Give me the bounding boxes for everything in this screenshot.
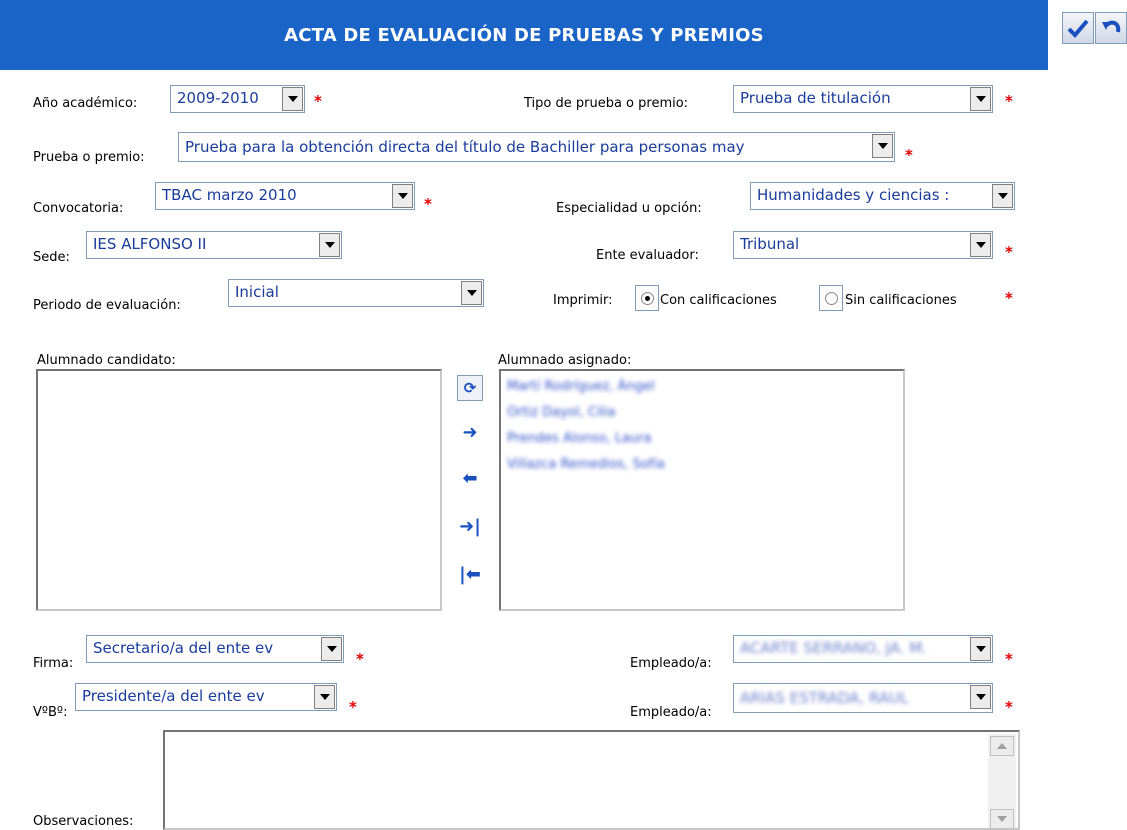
page-header: ACTA DE EVALUACIÓN DE PRUEBAS Y PREMIOS [0,0,1048,70]
firma-label: Firma: [33,656,74,671]
chevron-down-icon[interactable] [970,233,991,257]
radio-sin-calificaciones[interactable] [819,285,843,311]
list-item[interactable]: Ortiz Dayol, Cilia [507,405,616,420]
vobo-label: VºBº: [33,705,68,720]
anio-select[interactable]: 2009-2010 [170,85,305,113]
required-mark: * [905,146,913,164]
undo-button[interactable] [1095,12,1127,44]
arrow-right-icon: ➜ [462,421,478,443]
empleado2-select[interactable]: ARIAS ESTRADA, RAUL [733,683,993,713]
candidato-listbox[interactable] [36,369,442,611]
anio-value: 2009-2010 [177,89,259,107]
required-mark: * [356,650,364,668]
refresh-button[interactable]: ⟳ [457,375,483,401]
radio-checked-icon [640,291,654,305]
scroll-down-icon[interactable] [990,809,1014,829]
prueba-select[interactable]: Prueba para la obtención directa del tít… [178,132,895,162]
empleado1-label: Empleado/a: [630,656,712,671]
list-item[interactable]: Martí Rodríguez, Ángel [507,379,655,394]
empleado2-value: ARIAS ESTRADA, RAUL [740,689,909,707]
arrow-left-bar-icon: |⬅ [459,563,481,585]
add-all-button[interactable]: ➜| [455,512,485,540]
observaciones-textarea[interactable] [163,730,1020,830]
accept-button[interactable] [1062,12,1094,44]
chevron-down-icon[interactable] [970,637,991,661]
especialidad-select[interactable]: Humanidades y ciencias : [750,182,1015,210]
remove-all-button[interactable]: |⬅ [455,560,485,588]
ente-label: Ente evaluador: [596,248,699,263]
required-mark: * [314,92,322,110]
required-mark: * [349,698,357,716]
chevron-down-icon[interactable] [319,233,340,257]
prueba-value: Prueba para la obtención directa del tít… [185,138,745,156]
chevron-down-icon[interactable] [992,184,1013,208]
sede-label: Sede: [33,250,70,265]
ente-select[interactable]: Tribunal [733,231,993,259]
empleado2-label: Empleado/a: [630,705,712,720]
chevron-down-icon[interactable] [872,134,893,158]
required-mark: * [1005,698,1013,716]
sede-select[interactable]: IES ALFONSO II [86,231,342,259]
required-mark: * [1005,289,1013,307]
refresh-icon: ⟳ [463,379,477,397]
chevron-down-icon[interactable] [282,87,303,111]
tipo-label: Tipo de prueba o premio: [524,96,689,111]
scrollbar[interactable] [988,734,1016,829]
chevron-down-icon[interactable] [461,281,482,305]
check-icon [1067,19,1089,38]
required-mark: * [424,195,432,213]
anio-label: Año académico: [33,96,138,111]
undo-icon [1102,20,1121,33]
tipo-value: Prueba de titulación [740,89,891,107]
add-button[interactable]: ➜ [455,418,485,446]
list-item[interactable]: Prendes Alonso, Laura [507,431,652,446]
asignado-listbox[interactable]: Martí Rodríguez, Ángel Ortiz Dayol, Cili… [499,369,905,611]
empleado1-value: ACARTE SERRANO, JA. M. [740,639,927,657]
list-item[interactable]: Villazca Remedios, Sofía [507,457,665,472]
periodo-label: Periodo de evaluación: [33,298,181,313]
remove-button[interactable]: ⬅ [455,464,485,492]
sin-calificaciones-label: Sin calificaciones [845,293,957,308]
vobo-select[interactable]: Presidente/a del ente ev [75,683,337,711]
tipo-select[interactable]: Prueba de titulación [733,85,993,113]
empleado1-select[interactable]: ACARTE SERRANO, JA. M. [733,635,993,663]
especialidad-label: Especialidad u opción: [556,201,702,216]
required-mark: * [1005,92,1013,110]
ente-value: Tribunal [740,235,800,253]
convocatoria-value: TBAC marzo 2010 [162,186,297,204]
sede-value: IES ALFONSO II [93,235,207,253]
page-title: ACTA DE EVALUACIÓN DE PRUEBAS Y PREMIOS [284,24,764,46]
chevron-down-icon[interactable] [392,184,413,208]
imprimir-label: Imprimir: [553,293,613,308]
radio-con-calificaciones[interactable] [635,285,659,311]
chevron-down-icon[interactable] [321,637,342,661]
prueba-label: Prueba o premio: [33,150,145,165]
vobo-value: Presidente/a del ente ev [82,687,265,705]
arrow-left-icon: ⬅ [462,467,478,489]
firma-value: Secretario/a del ente ev [93,639,274,657]
con-calificaciones-label: Con calificaciones [660,293,777,308]
chevron-down-icon[interactable] [970,685,991,709]
candidato-label: Alumnado candidato: [37,353,176,368]
chevron-down-icon[interactable] [970,87,991,111]
convocatoria-select[interactable]: TBAC marzo 2010 [155,182,415,210]
firma-select[interactable]: Secretario/a del ente ev [86,635,344,663]
required-mark: * [1005,243,1013,261]
asignado-label: Alumnado asignado: [498,353,632,368]
arrow-right-bar-icon: ➜| [459,515,481,537]
radio-unchecked-icon [824,291,838,305]
periodo-value: Inicial [235,283,279,301]
chevron-down-icon[interactable] [314,685,335,709]
convocatoria-label: Convocatoria: [33,201,124,216]
required-mark: * [1005,650,1013,668]
periodo-select[interactable]: Inicial [228,279,484,307]
scroll-up-icon[interactable] [990,736,1014,756]
especialidad-value: Humanidades y ciencias : [757,186,950,204]
